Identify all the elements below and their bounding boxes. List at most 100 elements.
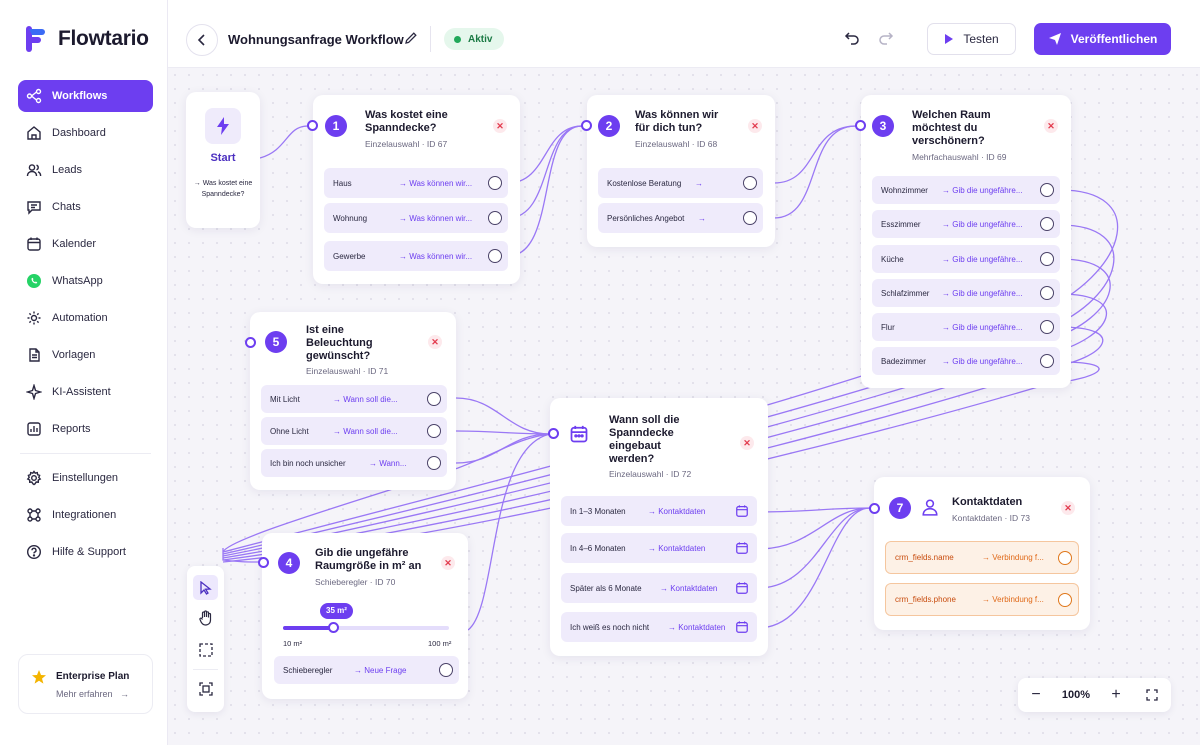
sidebar-item-hilfe[interactable]: Hilfe & Support (18, 536, 153, 568)
back-button[interactable] (186, 24, 218, 56)
option-row[interactable]: Persönliches Angebot → (598, 203, 763, 233)
option-row[interactable]: Kostenlose Beratung → (598, 168, 763, 198)
output-port[interactable] (1040, 252, 1054, 266)
output-port[interactable] (743, 176, 757, 190)
input-port[interactable] (245, 337, 256, 348)
option-row[interactable]: crm_fields.name → Verbindung f... (885, 541, 1079, 574)
undo-icon[interactable] (844, 30, 860, 46)
logo[interactable]: Flowtario (24, 24, 149, 54)
option-row[interactable]: Mit Licht → Wann soll die... (261, 385, 447, 413)
option-row[interactable]: In 1–3 Monaten → Kontaktdaten (561, 496, 757, 526)
output-port[interactable] (1040, 354, 1054, 368)
question-node-6[interactable]: Wann soll die Spanndecke eingebaut werde… (550, 398, 768, 656)
output-port[interactable] (1040, 320, 1054, 334)
output-port[interactable] (488, 176, 502, 190)
close-icon[interactable]: ✕ (748, 119, 762, 133)
option-row[interactable]: Später als 6 Monate → Kontaktdaten (561, 573, 757, 603)
calendar-icon[interactable] (735, 504, 749, 518)
sidebar-item-automation[interactable]: Automation (18, 302, 153, 334)
sidebar-item-kalender[interactable]: Kalender (18, 228, 153, 260)
sidebar-item-einstellungen[interactable]: Einstellungen (18, 462, 153, 494)
sidebar-item-reports[interactable]: Reports (18, 413, 153, 445)
sidebar-item-dashboard[interactable]: Dashboard (18, 117, 153, 149)
output-port[interactable] (1040, 217, 1054, 231)
input-port[interactable] (869, 503, 880, 514)
close-icon[interactable]: ✕ (428, 335, 442, 349)
output-port[interactable] (743, 211, 757, 225)
workflow-canvas[interactable]: Start → Was kostet eine Spanndecke? 1 Wa… (168, 68, 1200, 745)
sidebar-item-ki-assistent[interactable]: KI-Assistent (18, 376, 153, 408)
publish-button[interactable]: Veröffentlichen (1034, 23, 1171, 55)
slider-thumb[interactable] (328, 622, 339, 633)
input-port[interactable] (307, 120, 318, 131)
calendar-icon[interactable] (735, 541, 749, 555)
input-port[interactable] (581, 120, 592, 131)
sidebar-item-integrationen[interactable]: Integrationen (18, 499, 153, 531)
calendar-icon[interactable] (735, 581, 749, 595)
sidebar-item-leads[interactable]: Leads (18, 154, 153, 186)
sidebar-item-vorlagen[interactable]: Vorlagen (18, 339, 153, 371)
zoom-out-button[interactable]: − (1018, 678, 1054, 712)
question-node-4[interactable]: 4 Gib die ungefähre Raumgröße in m² an S… (262, 533, 468, 699)
option-row[interactable]: crm_fields.phone → Verbindung f... (885, 583, 1079, 616)
output-port[interactable] (488, 249, 502, 263)
option-row[interactable]: Wohnung → Was können wir... (324, 203, 508, 233)
marquee-tool[interactable] (193, 637, 218, 662)
output-port[interactable] (427, 392, 441, 406)
test-button[interactable]: Testen (927, 23, 1016, 55)
redo-icon[interactable] (878, 30, 894, 46)
fullscreen-button[interactable] (1134, 678, 1170, 712)
input-port[interactable] (855, 120, 866, 131)
raumgroesse-slider[interactable] (283, 622, 449, 633)
option-row[interactable]: Haus → Was können wir... (324, 168, 508, 198)
enterprise-plan-card[interactable]: Enterprise Plan Mehr erfahren → (18, 654, 153, 714)
close-icon[interactable]: ✕ (1061, 501, 1075, 515)
calendar-icon[interactable] (735, 620, 749, 634)
option-row[interactable]: Ich weiß es noch nicht → Kontaktdaten (561, 612, 757, 642)
close-icon[interactable]: ✕ (441, 556, 455, 570)
close-icon[interactable]: ✕ (740, 436, 754, 450)
input-port[interactable] (548, 428, 559, 439)
start-node[interactable]: Start → Was kostet eine Spanndecke? (186, 92, 260, 228)
close-icon[interactable]: ✕ (1044, 119, 1058, 133)
output-port[interactable] (439, 663, 453, 677)
input-port[interactable] (258, 557, 269, 568)
sidebar-item-whatsapp[interactable]: WhatsApp (18, 265, 153, 297)
close-icon[interactable]: ✕ (493, 119, 507, 133)
option-row[interactable]: Wohnzimmer → Gib die ungefähre... (872, 176, 1060, 204)
question-node-2[interactable]: 2 Was können wir für dich tun? Einzelaus… (587, 95, 775, 247)
output-port[interactable] (1058, 593, 1072, 607)
option-row[interactable]: Esszimmer → Gib die ungefähre... (872, 210, 1060, 238)
fit-view-icon (198, 681, 213, 696)
output-port[interactable] (1040, 286, 1054, 300)
option-row[interactable]: Ich bin noch unsicher → Wann... (261, 449, 447, 477)
output-port[interactable] (488, 211, 502, 225)
output-port[interactable] (427, 456, 441, 470)
option-row[interactable]: Badezimmer → Gib die ungefähre... (872, 347, 1060, 375)
sidebar-item-chats[interactable]: Chats (18, 191, 153, 223)
option-row[interactable]: Gewerbe → Was können wir... (324, 241, 508, 271)
option-target: → Kontaktdaten (648, 543, 706, 553)
select-tool[interactable] (193, 575, 218, 600)
zoom-in-button[interactable]: + (1098, 678, 1134, 712)
plan-link[interactable]: Mehr erfahren → (56, 689, 129, 699)
question-node-1[interactable]: 1 Was kostet eine Spanndecke? Einzelausw… (313, 95, 520, 284)
option-row[interactable]: Schlafzimmer → Gib die ungefähre... (872, 279, 1060, 307)
option-row[interactable]: Küche → Gib die ungefähre... (872, 245, 1060, 273)
node-subtitle: Einzelauswahl · ID 68 (635, 139, 718, 149)
question-node-5[interactable]: 5 Ist eine Beleuchtung gewünscht? Einzel… (250, 312, 456, 490)
output-port[interactable] (427, 424, 441, 438)
output-port[interactable] (1058, 551, 1072, 565)
option-row[interactable]: Ohne Licht → Wann soll die... (261, 417, 447, 445)
option-row[interactable]: In 4–6 Monaten → Kontaktdaten (561, 533, 757, 563)
pencil-icon[interactable] (404, 31, 418, 45)
sidebar-item-label: Chats (52, 201, 81, 213)
pan-tool[interactable] (193, 605, 218, 630)
fit-view-tool[interactable] (193, 676, 218, 701)
option-row[interactable]: Flur → Gib die ungefähre... (872, 313, 1060, 341)
question-node-3[interactable]: 3 Welchen Raum möchtest du verschönern? … (861, 95, 1071, 388)
option-row[interactable]: Schieberegler → Neue Frage (274, 656, 459, 684)
contact-node-7[interactable]: 7 Kontaktdaten Kontaktdaten · ID 73 ✕ cr… (874, 477, 1090, 630)
output-port[interactable] (1040, 183, 1054, 197)
sidebar-item-workflows[interactable]: Workflows (18, 80, 153, 112)
